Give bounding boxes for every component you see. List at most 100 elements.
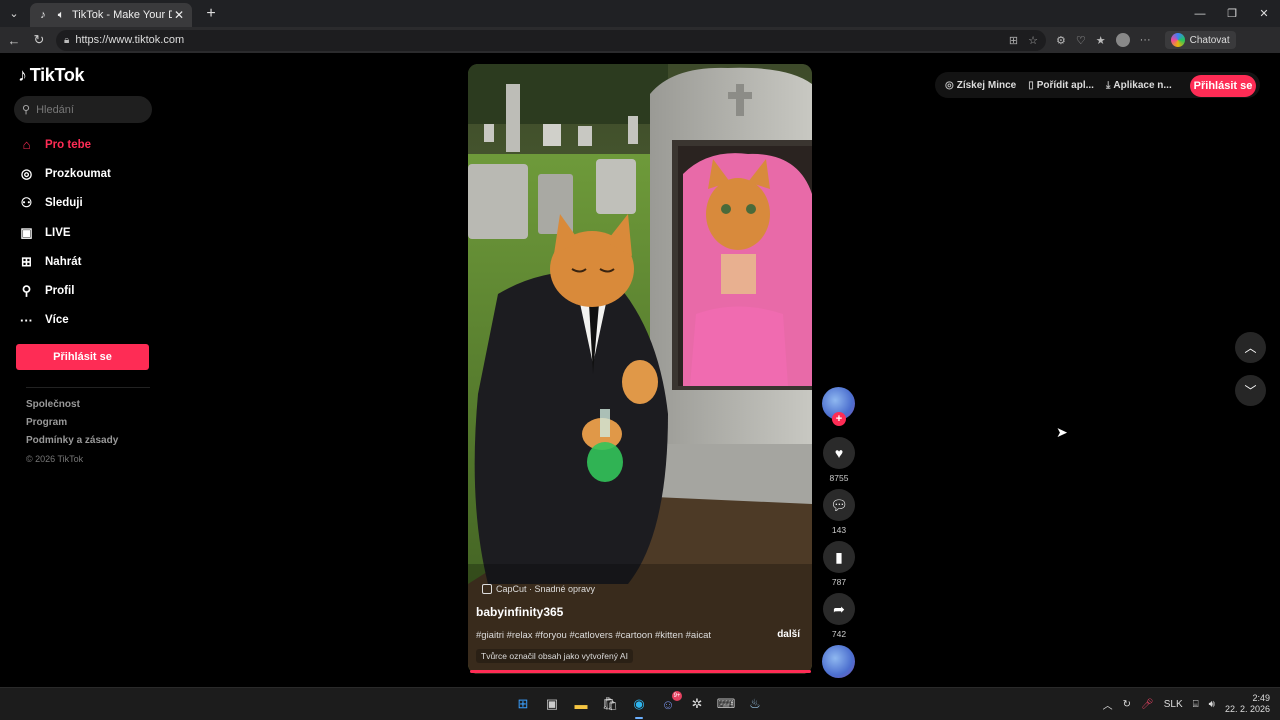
steam-icon[interactable]: ♨ [744, 693, 766, 715]
sidebar-item-explore[interactable]: ◎ Prozkoumat [18, 159, 111, 188]
edge-browser-icon[interactable]: ◉ [628, 693, 650, 719]
sidebar-item-more[interactable]: ··· Více [18, 306, 111, 335]
chevron-down-icon: ﹀ [1244, 384, 1257, 398]
get-app-link[interactable]: ▯ Pořídit apl... [1028, 80, 1094, 91]
browser-essentials-icon[interactable]: ♡ [1076, 34, 1086, 47]
following-icon: ⚇ [20, 195, 33, 211]
language-indicator[interactable]: SLK [1164, 699, 1183, 710]
follow-plus-icon[interactable]: + [832, 412, 846, 426]
video-progress-bar[interactable] [470, 670, 811, 673]
clock-time: 2:49 [1252, 693, 1270, 703]
profile-avatar[interactable] [1115, 33, 1130, 47]
clock[interactable]: 2:49 22. 2. 2026 [1225, 693, 1270, 715]
tray-overflow-icon[interactable]: ︿ [1103, 697, 1113, 712]
sidebar-item-profile[interactable]: ⚲ Profil [18, 276, 111, 305]
back-button[interactable]: ← [3, 29, 25, 51]
url-text[interactable]: https://www.tiktok.com [75, 34, 1009, 46]
tiktok-logo[interactable]: ♪ TikTok [18, 65, 85, 86]
footer-link-company[interactable]: Společnost [26, 399, 118, 417]
previous-video-button[interactable]: ︿ [1235, 332, 1266, 363]
new-tab-button[interactable]: + [200, 3, 222, 25]
app-available-icon[interactable]: ⊞ [1009, 34, 1018, 47]
chatgpt-icon[interactable]: ✲ [686, 693, 708, 715]
compass-icon: ◎ [20, 165, 33, 181]
capcut-tag[interactable]: CapCut · Snadné opravy [482, 584, 595, 594]
footer-link-program[interactable]: Program [26, 417, 118, 435]
sidebar-item-label: Prozkoumat [45, 167, 111, 180]
browser-tab[interactable]: ♪ 🔈︎ TikTok - Make Your Day ✕ [30, 3, 192, 27]
logo-text: TikTok [29, 65, 85, 85]
microphone-icon[interactable]: 🎤︎ [1141, 699, 1154, 710]
search-placeholder: Hledání [36, 103, 74, 116]
video-author[interactable]: babyinfinity365 [476, 605, 563, 619]
tiktok-favicon-icon: ♪ [40, 9, 46, 21]
desktop-app-link[interactable]: ⤓ Aplikace n... [1106, 80, 1172, 91]
keyboard-app-icon[interactable]: ⌨ [715, 693, 737, 715]
comment-button[interactable]: 💬︎ [823, 489, 855, 521]
video-player[interactable]: CapCut · Snadné opravy babyinfinity365 #… [468, 64, 812, 674]
sync-icon[interactable]: ↻ [1123, 699, 1131, 710]
system-tray: ︿ ↻ 🎤︎ SLK ⌸ 🔊︎ 2:49 22. 2. 2026 [1103, 693, 1270, 715]
restore-button[interactable]: ❐ [1216, 0, 1248, 27]
tiktok-note-icon: ♪ [18, 65, 27, 85]
sidebar-item-for-you[interactable]: ⌂ Pro tebe [18, 130, 111, 159]
sidebar-divider [26, 387, 150, 388]
next-video-button[interactable]: ﹀ [1235, 375, 1266, 406]
speaker-icon[interactable]: 🔈︎ [54, 8, 68, 22]
share-button[interactable]: ➦ [823, 593, 855, 625]
home-icon: ⌂ [22, 137, 31, 153]
minimize-button[interactable]: — [1184, 0, 1216, 27]
clock-date: 22. 2. 2026 [1224, 704, 1270, 714]
sidebar-item-label: Profil [45, 285, 75, 298]
sidebar-login-button[interactable]: Přihlásit se [16, 344, 149, 370]
close-window-button[interactable]: ✕ [1248, 0, 1280, 27]
sidebar-item-label: Sleduji [45, 197, 83, 210]
start-icon[interactable]: ⊞ [512, 693, 534, 715]
search-icon: ⚲ [22, 104, 31, 116]
top-login-button[interactable]: Přihlásit se [1190, 75, 1256, 97]
task-view-icon[interactable]: ▣ [541, 693, 563, 715]
extensions-icon[interactable]: ⚙ [1056, 34, 1066, 47]
save-count: 787 [831, 577, 847, 587]
volume-icon[interactable]: 🔊︎ [1209, 699, 1215, 710]
copyright-text: © 2026 TikTok [26, 454, 84, 464]
store-icon[interactable]: 🛍︎ [599, 693, 621, 715]
footer-link-terms[interactable]: Podmínky a zásady [26, 435, 118, 453]
file-explorer-icon[interactable]: ▬ [570, 693, 592, 715]
get-coins-label: Získej Mince [956, 79, 1017, 91]
favorite-star-icon[interactable]: ☆ [1028, 34, 1038, 47]
windows-taskbar: ⊞ ▣ ▬ 🛍︎ ◉ ☺ 9+ ✲ ⌨ ♨ ︿ ↻ 🎤︎ SLK ⌸ 🔊︎ 2:… [0, 687, 1280, 720]
window-controls: — ❐ ✕ [1184, 0, 1280, 27]
browser-titlebar: ⌄ ♪ 🔈︎ TikTok - Make Your Day ✕ + — ❐ ✕ [0, 0, 1280, 27]
lock-icon[interactable]: 🔒︎ [64, 35, 69, 46]
heart-icon: ♥ [834, 445, 844, 461]
address-bar[interactable]: 🔒︎ https://www.tiktok.com ⊞ ☆ [56, 29, 1046, 51]
live-icon: ▣ [20, 224, 33, 240]
copilot-label: Chatovat [1189, 34, 1230, 46]
sidebar-footer: Společnost Program Podmínky a zásady © 2… [26, 399, 118, 472]
video-hashtags[interactable]: #giaitri #relax #foryou #catlovers #cart… [476, 630, 746, 641]
sidebar-item-live[interactable]: ▣ LIVE [18, 218, 111, 247]
music-disc[interactable] [822, 645, 855, 678]
like-button[interactable]: ♥ [823, 437, 855, 469]
discord-icon[interactable]: ☺ 9+ [657, 691, 682, 715]
close-tab-icon[interactable]: ✕ [172, 8, 186, 22]
sidebar-item-upload[interactable]: ⊞ Nahrát [18, 247, 111, 276]
get-app-label: Pořídit apl... [1036, 79, 1094, 91]
comment-icon: 💬︎ [830, 496, 848, 513]
comment-count: 143 [831, 525, 847, 535]
copilot-chat-button[interactable]: Chatovat [1164, 31, 1236, 49]
favorites-icon[interactable]: ★ [1096, 34, 1106, 47]
settings-more-icon[interactable]: ··· [1140, 34, 1151, 46]
get-coins-link[interactable]: ◎ Získej Mince [945, 80, 1016, 91]
network-icon[interactable]: ⌸ [1193, 699, 1199, 710]
tab-actions-menu[interactable]: ⌄ [2, 2, 26, 26]
search-input[interactable]: ⚲ Hledání [14, 96, 152, 123]
sidebar-item-label: LIVE [45, 226, 71, 239]
copilot-icon [1170, 33, 1185, 47]
save-button[interactable]: ▮ [823, 541, 855, 573]
more-description-button[interactable]: další [777, 629, 800, 640]
refresh-button[interactable]: ↻ [28, 29, 50, 51]
capcut-label: CapCut · Snadné opravy [496, 584, 596, 594]
sidebar-item-following[interactable]: ⚇ Sleduji [18, 189, 111, 218]
